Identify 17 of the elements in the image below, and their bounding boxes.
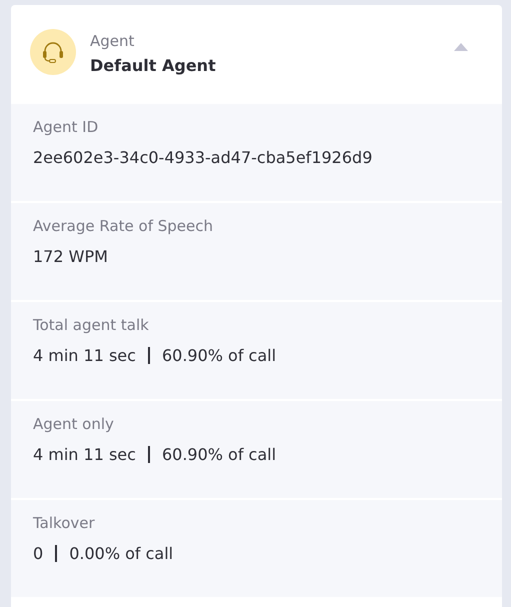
field-value: 0.00% of call	[69, 544, 174, 563]
field-label: Agent ID	[33, 118, 100, 136]
field-value: 0	[33, 544, 44, 563]
field-value: 4 min 11 sec	[33, 346, 136, 365]
field-label: Agent only	[33, 415, 115, 433]
field-value: 60.90% of call	[162, 346, 276, 365]
field-label: Talkover	[33, 514, 96, 532]
field-label: Average Rate of Speech	[33, 217, 214, 235]
caret-icon[interactable]	[454, 42, 468, 50]
agent-name: Default Agent	[90, 56, 217, 75]
field-value: 2ee602e3-34c0-4933-ad47-cba5ef1926d9	[33, 148, 372, 167]
headset-icon	[30, 28, 76, 74]
field-value: 172 WPM	[33, 247, 108, 266]
header-label: Agent	[90, 32, 136, 50]
field-label: Total agent talk	[33, 316, 150, 334]
field-value: 60.90% of call	[162, 445, 276, 464]
field-value: 4 min 11 sec	[33, 445, 136, 464]
